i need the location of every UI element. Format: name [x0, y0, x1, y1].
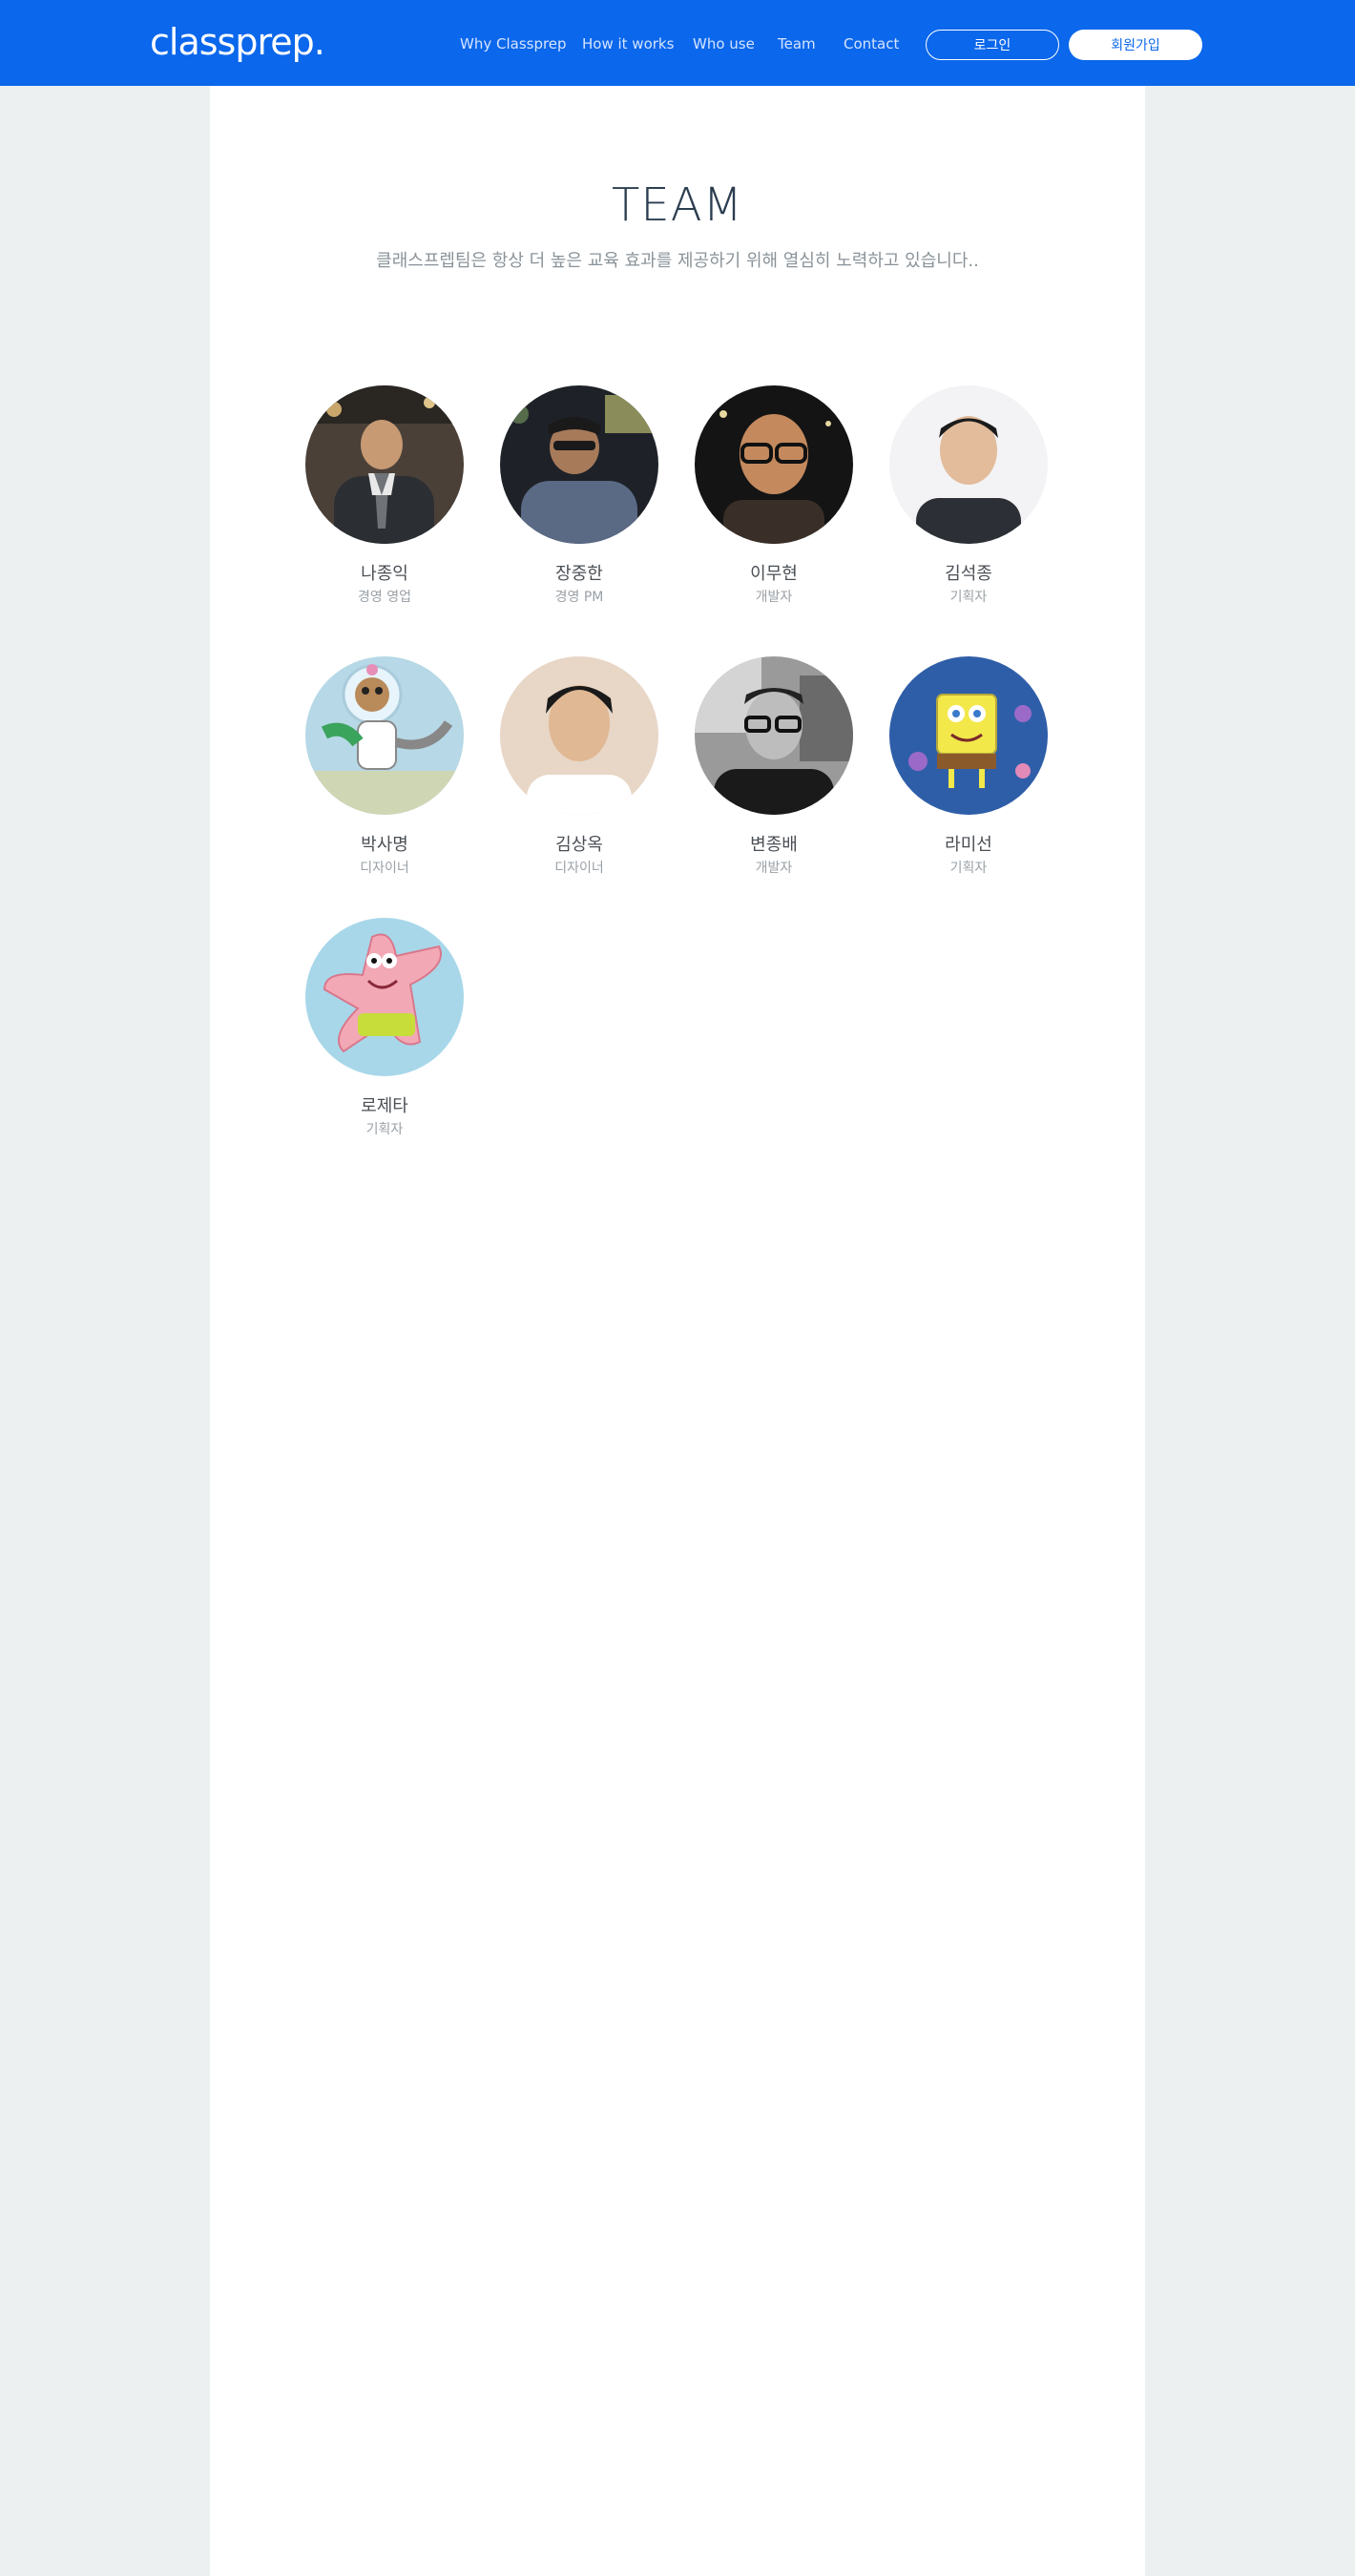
classprep-logo[interactable]: classprep.	[150, 20, 325, 64]
member-role: 경영 PM	[554, 590, 604, 605]
nav-how-it-works[interactable]: How it works	[582, 34, 674, 53]
member-role: 기획자	[949, 590, 988, 605]
team-member-card: 변종배 개발자	[677, 656, 871, 878]
member-photo-avatar	[695, 656, 853, 815]
member-photo-avatar	[500, 385, 658, 544]
nav-why-classprep[interactable]: Why Classprep	[460, 34, 567, 53]
team-member-card: 김석종 기획자	[871, 385, 1066, 607]
cartoon-squirrel-avatar	[305, 656, 464, 815]
cartoon-sponge-avatar	[889, 656, 1048, 815]
member-name: 나종익	[361, 564, 408, 584]
member-role: 디자이너	[554, 861, 604, 876]
member-name: 이무현	[750, 564, 798, 584]
member-role: 기획자	[949, 861, 988, 876]
member-role: 개발자	[755, 861, 793, 876]
team-member-card: 나종익 경영 영업	[287, 385, 482, 607]
member-role: 개발자	[755, 590, 793, 605]
nav-team[interactable]: Team	[778, 34, 816, 53]
member-name: 라미선	[945, 835, 992, 855]
member-name: 김석종	[945, 564, 992, 584]
team-page-content: TEAM 클래스프렙팀은 항상 더 높은 교육 효과를 제공하기 위해 열심히 …	[210, 86, 1145, 2576]
page-subtitle: 클래스프렙팀은 항상 더 높은 교육 효과를 제공하기 위해 열심히 노력하고 …	[376, 251, 979, 271]
team-member-card: 박사명 디자이너	[287, 656, 482, 878]
member-name: 장중한	[555, 564, 603, 584]
team-member-card: 김상옥 디자이너	[482, 656, 677, 878]
member-photo-avatar	[889, 385, 1048, 544]
login-button[interactable]: 로그인	[926, 30, 1059, 60]
signup-button[interactable]: 회원가입	[1069, 30, 1202, 60]
cartoon-starfish-avatar	[305, 918, 464, 1076]
member-name: 박사명	[361, 835, 408, 855]
team-member-card: 이무현 개발자	[677, 385, 871, 607]
top-navigation-bar: classprep. Why Classprep How it works Wh…	[0, 0, 1355, 86]
member-role: 기획자	[365, 1122, 404, 1137]
member-role: 디자이너	[360, 861, 409, 876]
member-name: 로제타	[361, 1096, 408, 1116]
nav-contact[interactable]: Contact	[844, 34, 899, 53]
page-title: TEAM	[612, 178, 743, 232]
team-member-card: 장중한 경영 PM	[482, 385, 677, 607]
member-role: 경영 영업	[358, 590, 411, 605]
member-name: 변종배	[750, 835, 798, 855]
member-name: 김상옥	[555, 835, 603, 855]
team-member-card: 로제타 기획자	[287, 918, 482, 1139]
member-photo-avatar	[500, 656, 658, 815]
team-member-card: 라미선 기획자	[871, 656, 1066, 878]
member-photo-avatar	[695, 385, 853, 544]
member-photo-avatar	[305, 385, 464, 544]
nav-who-use[interactable]: Who use	[693, 34, 755, 53]
